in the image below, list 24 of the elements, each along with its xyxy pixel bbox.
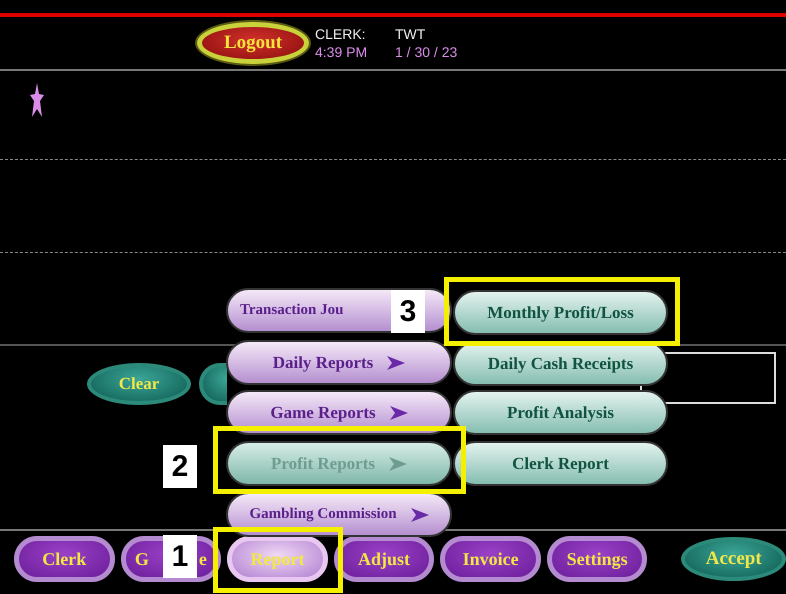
arrow-icon [410, 508, 429, 522]
clear-button[interactable]: Clear [87, 363, 191, 405]
accept-button[interactable]: Accept [681, 537, 786, 581]
arrow-icon [387, 356, 406, 370]
menu-item[interactable]: Daily Reports [226, 340, 452, 385]
submenu-item[interactable]: Clerk Report [453, 441, 668, 486]
date-text: 1 / 30 / 23 [395, 44, 458, 60]
arrow-icon [390, 406, 408, 420]
step-number: 2 [163, 445, 197, 488]
submenu-item[interactable]: Profit Analysis [453, 390, 668, 435]
nav-button[interactable]: Adjust [334, 536, 434, 582]
clerk-name: TWT [395, 26, 426, 42]
nav-button[interactable]: Clerk [14, 536, 115, 582]
time-text: 4:39 PM [315, 44, 368, 60]
star-icon [30, 83, 44, 117]
button[interactable] [199, 363, 227, 405]
logout-button[interactable]: Logout [197, 22, 309, 64]
nav-button[interactable]: Invoice [440, 536, 541, 582]
submenu-item[interactable]: Monthly Profit/Loss [453, 290, 668, 335]
clerk-label: CLERK: [315, 26, 367, 42]
step-number: 3 [391, 290, 425, 333]
nav-button[interactable]: Settings [546, 536, 648, 582]
arrow-icon [389, 456, 408, 470]
step-number: 1 [163, 535, 197, 578]
